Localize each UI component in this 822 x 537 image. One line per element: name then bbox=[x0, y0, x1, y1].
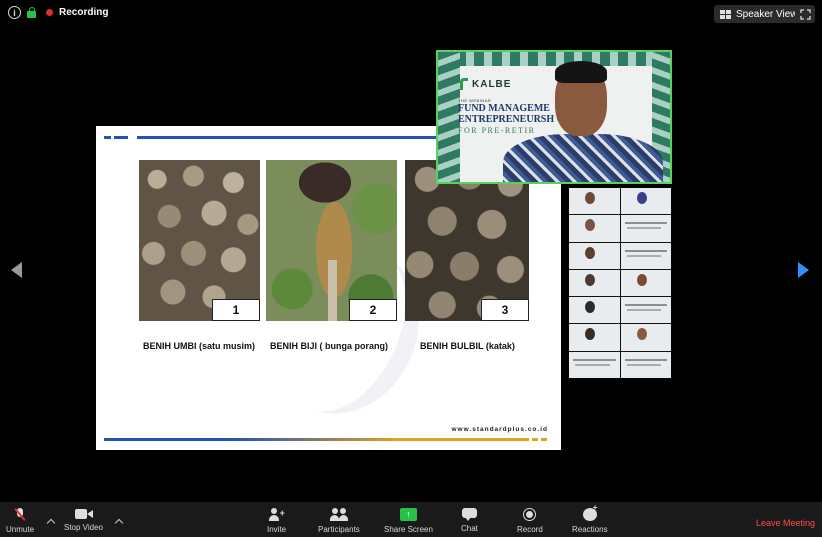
grid-icon bbox=[720, 9, 731, 19]
stop-video-label: Stop Video bbox=[64, 523, 103, 532]
participant-tile[interactable] bbox=[569, 215, 620, 242]
record-button[interactable]: Record bbox=[517, 508, 543, 534]
participants-icon bbox=[329, 508, 348, 521]
chat-button[interactable]: Chat bbox=[461, 508, 478, 533]
participants-button[interactable]: Participants bbox=[318, 508, 360, 534]
leave-meeting-button[interactable]: Leave Meeting bbox=[756, 518, 815, 528]
stop-video-button[interactable]: Stop Video bbox=[64, 508, 103, 532]
chat-label: Chat bbox=[461, 524, 478, 533]
participant-tile[interactable] bbox=[620, 351, 671, 378]
muted-microphone-icon bbox=[14, 508, 26, 521]
smiley-reaction-icon: + bbox=[582, 504, 597, 521]
participant-tile[interactable] bbox=[569, 242, 620, 269]
slide-footer-rule bbox=[104, 438, 547, 441]
record-icon bbox=[523, 508, 537, 521]
participant-tile[interactable] bbox=[620, 242, 671, 269]
photo-benih-umbi: 1 bbox=[139, 160, 260, 321]
share-screen-label: Share Screen bbox=[384, 525, 433, 534]
speaker-view-button[interactable]: Speaker View bbox=[714, 5, 804, 23]
photo-number-label: 2 bbox=[349, 299, 397, 321]
photo-number-label: 1 bbox=[212, 299, 260, 321]
active-speaker-video[interactable]: KALBE THE WEBINAR FUND MANAGEME ENTREPRE… bbox=[436, 50, 672, 184]
participant-tile[interactable] bbox=[620, 269, 671, 297]
fullscreen-icon bbox=[799, 8, 811, 20]
chat-bubble-icon bbox=[461, 508, 477, 521]
invite-label: Invite bbox=[267, 525, 287, 534]
participant-tile[interactable] bbox=[569, 188, 620, 215]
slide-website-url: www.standardplus.co.id bbox=[451, 426, 548, 433]
record-label: Record bbox=[517, 525, 543, 534]
lock-icon[interactable] bbox=[27, 7, 36, 18]
fullscreen-button[interactable] bbox=[795, 5, 815, 23]
share-screen-button[interactable]: ↑ Share Screen bbox=[384, 508, 433, 534]
recording-label: Recording bbox=[59, 7, 109, 18]
brand-text: KALBE bbox=[472, 78, 512, 90]
recording-dot-icon bbox=[46, 9, 53, 16]
photo-benih-biji: 2 bbox=[266, 160, 397, 321]
participant-tile[interactable] bbox=[620, 188, 671, 215]
photo-benih-bulbil: 3 bbox=[405, 160, 529, 321]
participant-tile[interactable] bbox=[569, 351, 620, 378]
zoom-meeting-window: i Recording Speaker View 1 2 3 BENIH UMB… bbox=[0, 0, 822, 537]
backdrop-text: FUND MANAGEME bbox=[458, 103, 550, 114]
participant-tile[interactable] bbox=[620, 324, 671, 351]
meeting-status-bar: i Recording bbox=[8, 6, 108, 19]
photo-caption: BENIH BIJI ( bunga porang) bbox=[270, 341, 388, 351]
video-camera-icon bbox=[74, 508, 93, 519]
unmute-button[interactable]: Unmute bbox=[6, 508, 34, 534]
kalbe-logo: KALBE bbox=[460, 78, 511, 90]
participant-tile[interactable] bbox=[569, 269, 620, 297]
unmute-label: Unmute bbox=[6, 525, 35, 534]
info-icon[interactable]: i bbox=[8, 6, 21, 19]
backdrop-text: FOR PRE-RETIR bbox=[458, 126, 536, 135]
photo-caption: BENIH BULBIL (katak) bbox=[420, 341, 515, 351]
participant-tile[interactable] bbox=[620, 215, 671, 242]
participant-tile[interactable] bbox=[620, 297, 671, 324]
add-person-icon: + bbox=[268, 508, 285, 521]
participants-label: Participants bbox=[318, 525, 360, 534]
speaker-view-label: Speaker View bbox=[736, 8, 798, 20]
photo-caption: BENIH UMBI (satu musim) bbox=[143, 341, 256, 351]
participant-tile[interactable] bbox=[569, 324, 620, 351]
photo-number-label: 3 bbox=[481, 299, 529, 321]
next-page-arrow-icon[interactable] bbox=[798, 262, 809, 278]
share-screen-icon: ↑ bbox=[399, 508, 417, 521]
previous-page-arrow-icon[interactable] bbox=[11, 262, 22, 278]
reactions-button[interactable]: + Reactions bbox=[572, 504, 608, 535]
reactions-label: Reactions bbox=[572, 525, 608, 534]
speaker-person bbox=[503, 61, 663, 182]
invite-button[interactable]: + Invite bbox=[267, 508, 286, 534]
participant-tile[interactable] bbox=[569, 297, 620, 324]
participant-gallery bbox=[569, 188, 671, 378]
